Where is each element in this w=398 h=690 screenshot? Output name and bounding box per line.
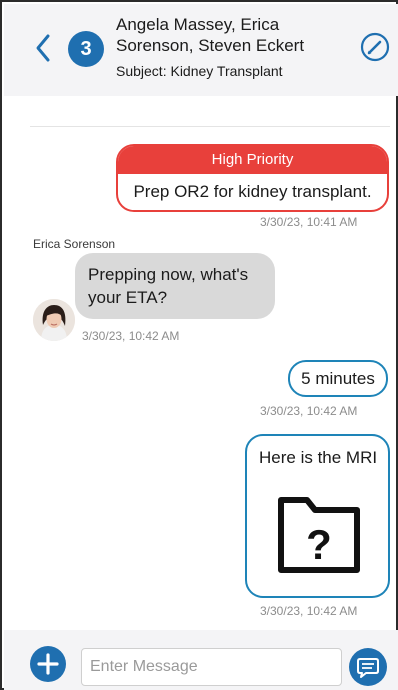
thread-divider <box>30 126 390 127</box>
svg-text:?: ? <box>306 521 332 568</box>
participants-title: Angela Massey, Erica Sorenson, Steven Ec… <box>116 15 305 55</box>
back-chevron-icon[interactable] <box>32 32 54 64</box>
message-text: Prep OR2 for kidney transplant. <box>133 182 372 201</box>
avatar[interactable] <box>33 299 75 341</box>
high-priority-message[interactable]: High Priority Prep OR2 for kidney transp… <box>116 144 389 212</box>
message-timestamp: 3/30/23, 10:42 AM <box>260 404 358 418</box>
send-message-button[interactable] <box>349 648 387 686</box>
plus-icon <box>37 653 59 675</box>
edit-pencil-icon[interactable] <box>360 32 390 62</box>
message-input[interactable] <box>81 648 342 686</box>
folder-question-icon[interactable]: ? <box>275 486 363 576</box>
outgoing-message-bubble[interactable]: 5 minutes <box>288 360 388 397</box>
sender-name: Erica Sorenson <box>33 237 116 251</box>
app-frame: 3 Angela Massey, Erica Sorenson, Steven … <box>0 0 398 690</box>
participant-count-badge[interactable]: 3 <box>68 31 104 67</box>
incoming-message-bubble[interactable]: Prepping now, what's your ETA? <box>75 253 275 319</box>
message-text: Here is the MRI <box>259 448 378 467</box>
add-attachment-button[interactable] <box>30 646 66 682</box>
priority-banner: High Priority <box>118 146 387 174</box>
conversation-subject: Subject: Kidney Transplant <box>116 63 283 79</box>
message-timestamp: 3/30/23, 10:42 AM <box>82 329 180 343</box>
message-timestamp: 3/30/23, 10:41 AM <box>260 215 358 229</box>
avatar-photo-icon <box>33 299 75 341</box>
message-timestamp: 3/30/23, 10:42 AM <box>260 604 358 618</box>
attachment-message-bubble[interactable]: Here is the MRI ? <box>245 434 390 598</box>
chat-bubble-icon <box>357 658 379 678</box>
